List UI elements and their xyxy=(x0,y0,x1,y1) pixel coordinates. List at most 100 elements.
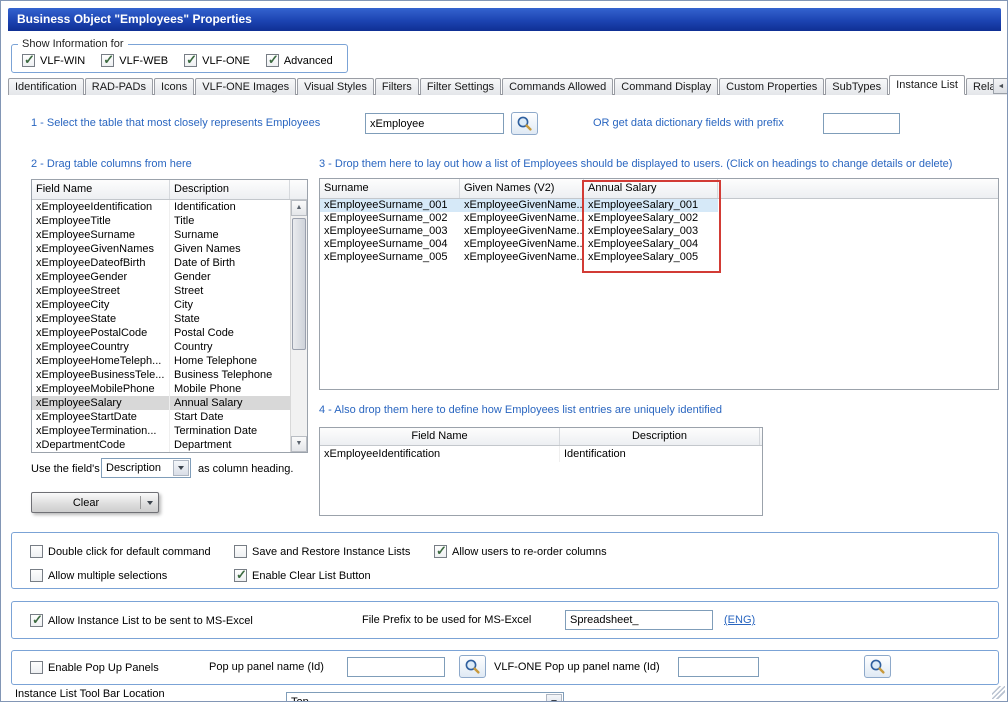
field-row[interactable]: xEmployeeStreet Street xyxy=(32,284,290,298)
tab-label: Icons xyxy=(161,81,187,93)
tab[interactable]: Icons xyxy=(154,78,194,95)
instance-list-row[interactable]: xEmployeeSurname_004 xEmployeeGivenName.… xyxy=(320,238,998,251)
scroll-down-icon[interactable]: ▼ xyxy=(291,436,307,452)
field-row[interactable]: xEmployeeCity City xyxy=(32,298,290,312)
table-name-input[interactable] xyxy=(365,113,504,134)
fields-scrollbar[interactable]: ▲ ▼ xyxy=(290,200,307,452)
platform-checkbox-item[interactable]: VLF-WEB xyxy=(101,53,168,68)
field-row[interactable]: xEmployeePostalCode Postal Code xyxy=(32,326,290,340)
popup-checkbox-item[interactable]: Enable Pop Up Panels xyxy=(30,660,159,675)
tab[interactable]: Visual Styles xyxy=(297,78,374,95)
tab[interactable]: Custom Properties xyxy=(719,78,824,95)
fields-table-header: Field Name Description xyxy=(32,180,307,200)
column-header-field-name[interactable]: Field Name xyxy=(320,428,560,445)
column-header-surname[interactable]: Surname xyxy=(320,179,460,198)
field-row[interactable]: xEmployeeDateofBirth Date of Birth xyxy=(32,256,290,270)
field-row[interactable]: xEmployeeIdentification Identification xyxy=(32,200,290,214)
field-description-cell: Country xyxy=(170,340,290,354)
clear-button-label: Clear xyxy=(32,497,140,509)
column-header-annual-salary[interactable]: Annual Salary xyxy=(584,179,718,198)
popup-panel-search-button[interactable] xyxy=(459,655,486,678)
field-description-cell: Given Names xyxy=(170,242,290,256)
tab[interactable]: Filter Settings xyxy=(420,78,501,95)
vlfone-popup-panel-search-button[interactable] xyxy=(864,655,891,678)
tab[interactable]: RAD-PADs xyxy=(85,78,153,95)
checkbox-icon[interactable] xyxy=(101,54,114,67)
vlfone-popup-panel-input[interactable] xyxy=(678,657,759,677)
tab[interactable]: Identification xyxy=(8,78,84,95)
tab[interactable]: Filters xyxy=(375,78,419,95)
column-header-field-name[interactable]: Field Name xyxy=(32,180,170,199)
option-checkbox-item[interactable]: Allow users to re-order columns xyxy=(434,544,607,559)
checkbox-icon[interactable] xyxy=(434,545,447,558)
excel-prefix-input[interactable] xyxy=(565,610,713,630)
platform-checkbox-item[interactable]: VLF-ONE xyxy=(184,53,250,68)
use-field-suffix-label: as column heading. xyxy=(198,463,293,475)
scroll-up-icon[interactable]: ▲ xyxy=(291,200,307,216)
checkbox-icon[interactable] xyxy=(30,569,43,582)
toolbar-location-dropdown[interactable]: Top xyxy=(286,692,564,702)
tab[interactable]: Instance List xyxy=(889,75,965,95)
field-row[interactable]: xEmployeeBusinessTele... Business Teleph… xyxy=(32,368,290,382)
option-checkbox-item[interactable]: Enable Clear List Button xyxy=(234,568,371,583)
step3-label: 3 - Drop them here to lay out how a list… xyxy=(319,158,952,170)
checkbox-icon[interactable] xyxy=(184,54,197,67)
surname-cell: xEmployeeSurname_004 xyxy=(320,238,460,251)
tab[interactable]: Command Display xyxy=(614,78,718,95)
column-header-description[interactable]: Description xyxy=(170,180,290,199)
tab[interactable]: SubTypes xyxy=(825,78,888,95)
field-row[interactable]: xEmployeeCountry Country xyxy=(32,340,290,354)
field-row[interactable]: xEmployeeStartDate Start Date xyxy=(32,410,290,424)
field-row[interactable]: xEmployeeSurname Surname xyxy=(32,228,290,242)
field-row[interactable]: xEmployeeGender Gender xyxy=(32,270,290,284)
instance-list-row[interactable]: xEmployeeSurname_002 xEmployeeGivenName.… xyxy=(320,212,998,225)
title-bar[interactable]: Business Object "Employees" Properties xyxy=(8,8,1001,31)
field-row[interactable]: xEmployeeTermination... Termination Date xyxy=(32,424,290,438)
checkbox-label: Allow Instance List to be sent to MS-Exc… xyxy=(48,615,253,627)
checkbox-icon[interactable] xyxy=(266,54,279,67)
checkbox-icon[interactable] xyxy=(22,54,35,67)
option-checkbox-item[interactable]: Double click for default command xyxy=(30,544,234,559)
chevron-down-icon[interactable] xyxy=(546,694,562,702)
field-row[interactable]: xDepartmentCode Department xyxy=(32,438,290,452)
tab-scroll-left-button[interactable]: ◄ xyxy=(993,78,1008,94)
resize-grip[interactable] xyxy=(992,686,1005,699)
heading-source-value: Description xyxy=(106,462,161,474)
field-row[interactable]: xEmployeeTitle Title xyxy=(32,214,290,228)
excel-checkbox-item[interactable]: Allow Instance List to be sent to MS-Exc… xyxy=(30,613,253,628)
checkbox-icon[interactable] xyxy=(234,569,247,582)
field-row[interactable]: xEmployeeHomeTeleph... Home Telephone xyxy=(32,354,290,368)
chevron-down-icon[interactable] xyxy=(173,460,189,476)
unique-id-row[interactable]: xEmployeeIdentification Identification xyxy=(320,446,762,462)
field-row[interactable]: xEmployeeMobilePhone Mobile Phone xyxy=(32,382,290,396)
chevron-down-icon[interactable] xyxy=(141,501,158,505)
field-row[interactable]: xEmployeeSalary Annual Salary xyxy=(32,396,290,410)
checkbox-icon[interactable] xyxy=(30,614,43,627)
checkbox-icon[interactable] xyxy=(30,661,43,674)
column-header-given-names[interactable]: Given Names (V2) xyxy=(460,179,584,198)
tab[interactable]: Commands Allowed xyxy=(502,78,613,95)
instance-list-row[interactable]: xEmployeeSurname_001 xEmployeeGivenName.… xyxy=(320,199,998,212)
field-row[interactable]: xEmployeeState State xyxy=(32,312,290,326)
instance-list-row[interactable]: xEmployeeSurname_003 xEmployeeGivenName.… xyxy=(320,225,998,238)
language-link[interactable]: (ENG) xyxy=(724,614,755,626)
table-search-button[interactable] xyxy=(511,112,538,135)
tab-label: Filter Settings xyxy=(427,81,494,93)
popup-panel-input[interactable] xyxy=(347,657,445,677)
heading-source-dropdown[interactable]: Description xyxy=(101,458,191,478)
use-field-prefix-label: Use the field's xyxy=(31,463,100,475)
instance-list-row[interactable]: xEmployeeSurname_005 xEmployeeGivenName.… xyxy=(320,251,998,264)
prefix-input[interactable] xyxy=(823,113,900,134)
tab[interactable]: VLF-ONE Images xyxy=(195,78,296,95)
option-checkbox-item[interactable]: Allow multiple selections xyxy=(30,568,234,583)
platform-checkbox-item[interactable]: Advanced xyxy=(266,53,333,68)
scrollbar-thumb[interactable] xyxy=(292,218,306,350)
column-header-description[interactable]: Description xyxy=(560,428,760,445)
field-row[interactable]: xEmployeeGivenNames Given Names xyxy=(32,242,290,256)
clear-button[interactable]: Clear xyxy=(31,492,159,513)
tab-label: RAD-PADs xyxy=(92,81,146,93)
checkbox-icon[interactable] xyxy=(30,545,43,558)
option-checkbox-item[interactable]: Save and Restore Instance Lists xyxy=(234,544,434,559)
checkbox-icon[interactable] xyxy=(234,545,247,558)
platform-checkbox-item[interactable]: VLF-WIN xyxy=(22,53,85,68)
